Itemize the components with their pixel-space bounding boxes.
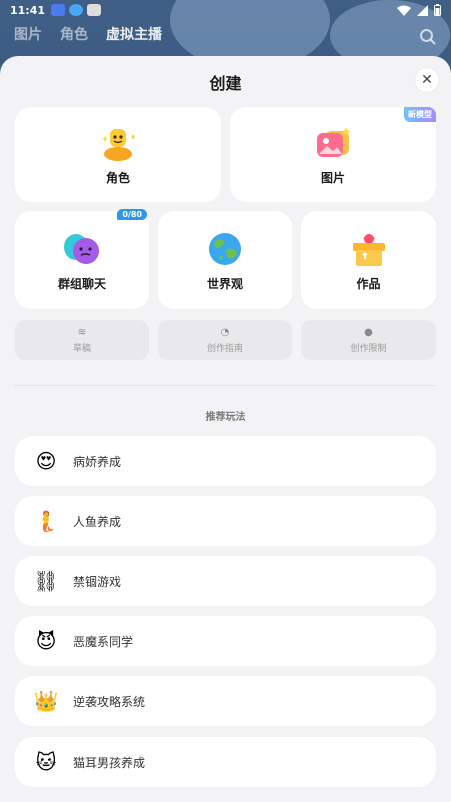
limits-label: 创作限制 [350,343,387,354]
close-icon: ✕ [421,72,433,88]
create-group-chat-card[interactable]: 0/80 群组聊天 [15,209,149,309]
draft-label: 草稿 [72,343,91,354]
app-notification-icon [87,4,102,16]
create-works-card[interactable]: 作品 [301,211,436,309]
handcuffs-emoji-icon: ⛓ [33,569,59,593]
status-time: 11:41 [10,3,46,17]
recommend-item[interactable]: 😍 病娇养成 [15,436,436,486]
heart-eyes-emoji-icon: 😍 [35,449,57,473]
qq-icon [69,4,84,16]
create-role-card[interactable]: 角色 [15,107,221,202]
signal-icon [417,4,428,16]
crown-emoji-icon: 👑 [33,689,59,713]
recommend-item-label: 恶魔系同学 [73,634,134,649]
battery-icon [434,4,441,16]
create-worldview-card[interactable]: 世界观 [158,211,292,309]
recommend-item-label: 人鱼养成 [73,514,122,529]
background-tabs: 图片 角色 虚拟主播 [14,24,162,44]
tab-image[interactable]: 图片 [14,24,42,44]
search-icon[interactable] [419,28,437,46]
layers-icon: ≋ [77,326,87,338]
divider [14,385,436,386]
recommend-item[interactable]: 🧜 人鱼养成 [15,496,436,546]
new-model-badge: 新模型 [404,107,436,122]
image-icon [317,127,351,157]
gift-box-icon [352,233,385,266]
recommend-item-label: 禁锢游戏 [73,574,122,589]
group-count-badge: 0/80 [117,209,147,220]
devil-emoji-icon: 😈 [35,629,57,653]
guide-button[interactable]: ◔ 创作指南 [158,320,292,360]
image-label: 图片 [320,171,345,185]
recommend-item-label: 病娇养成 [73,454,122,469]
draft-button[interactable]: ≋ 草稿 [15,320,149,360]
recommend-item[interactable]: 👑 逆袭攻略系统 [15,676,436,726]
sheet-title: 创建 [209,74,242,93]
recommend-item-label: 逆袭攻略系统 [73,694,146,709]
create-image-card[interactable]: 新模型 图片 [230,107,436,202]
app-notification-icon [51,4,66,16]
works-label: 作品 [356,276,381,291]
close-button[interactable]: ✕ [415,68,439,92]
tab-virtual-host[interactable]: 虚拟主播 [106,24,162,44]
recommend-item-label: 猫耳男孩养成 [73,755,146,770]
wifi-icon [397,5,411,16]
recommend-item[interactable]: 😈 恶魔系同学 [15,616,436,666]
tab-role[interactable]: 角色 [60,24,88,44]
worldview-label: 世界观 [206,276,243,291]
status-bar: 11:41 [0,0,451,20]
globe-icon [209,232,241,265]
warning-icon: ● [364,326,373,338]
role-label: 角色 [105,171,130,185]
create-sheet: 创建 ✕ 角色 新模型 图片 0/80 群组聊天 世界观 作品 ≋ 草稿 ◔ 创… [0,56,451,802]
group-chat-label: 群组聊天 [57,276,106,291]
mermaid-emoji-icon: 🧜 [33,509,59,533]
character-emoji-icon [103,129,135,161]
guide-label: 创作指南 [206,343,243,354]
recommend-title: 推荐玩法 [205,412,246,423]
recommend-item[interactable]: ⛓ 禁锢游戏 [15,556,436,606]
status-right [397,4,441,16]
recommend-item[interactable]: 🐱 猫耳男孩养成 [15,737,436,787]
guide-icon: ◔ [220,326,230,338]
group-chat-icon [64,233,99,264]
cat-ear-boy-emoji-icon: 🐱 [35,750,57,774]
limits-button[interactable]: ● 创作限制 [301,320,436,360]
